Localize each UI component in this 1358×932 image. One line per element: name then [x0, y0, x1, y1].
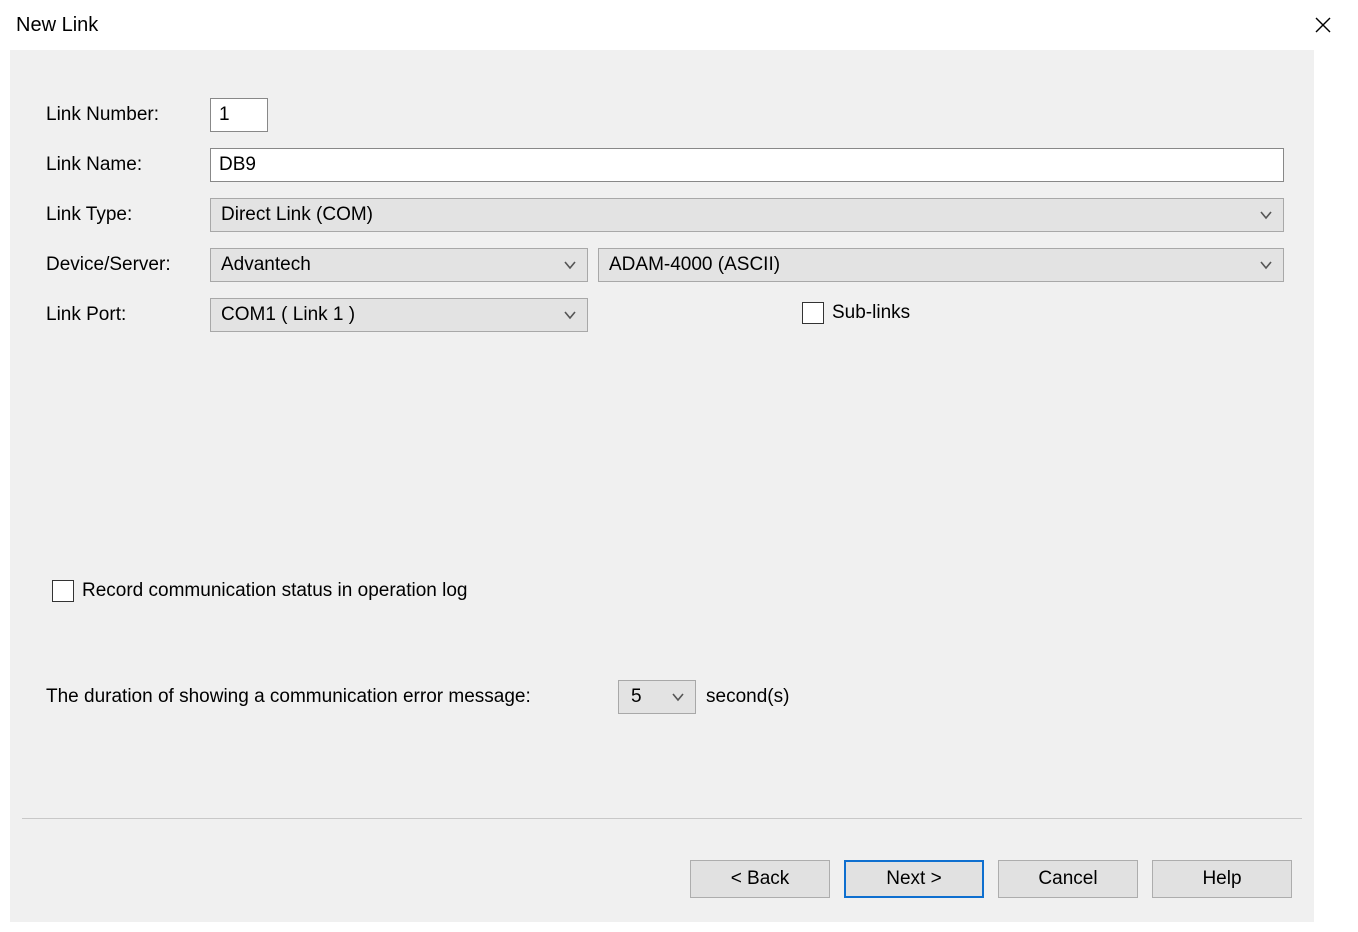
cancel-button[interactable]: Cancel — [998, 860, 1138, 898]
label-record-log: Record communication status in operation… — [82, 580, 467, 602]
duration-value: 5 — [631, 686, 642, 708]
row-link-name: Link Name: — [46, 148, 1284, 182]
row-sub-links: Sub-links — [802, 302, 910, 324]
separator — [22, 818, 1302, 819]
help-button[interactable]: Help — [1152, 860, 1292, 898]
chevron-down-icon — [561, 306, 579, 324]
sub-links-checkbox[interactable] — [802, 302, 824, 324]
label-device-server: Device/Server: — [46, 254, 210, 276]
next-button[interactable]: Next > — [844, 860, 984, 898]
row-device-server: Device/Server: Advantech ADAM-4000 (ASCI… — [46, 248, 1284, 282]
row-duration: The duration of showing a communication … — [46, 680, 789, 714]
server-combo[interactable]: ADAM-4000 (ASCII) — [598, 248, 1284, 282]
titlebar: New Link — [0, 0, 1358, 50]
row-link-number: Link Number: — [46, 98, 268, 132]
label-link-type: Link Type: — [46, 204, 210, 226]
link-number-input[interactable] — [210, 98, 268, 132]
device-combo[interactable]: Advantech — [210, 248, 588, 282]
link-type-value: Direct Link (COM) — [221, 204, 373, 226]
chevron-down-icon — [1257, 256, 1275, 274]
window-title: New Link — [12, 14, 98, 37]
link-name-input[interactable] — [210, 148, 1284, 182]
label-seconds: second(s) — [706, 686, 789, 708]
chevron-down-icon — [561, 256, 579, 274]
duration-combo[interactable]: 5 — [618, 680, 696, 714]
label-duration: The duration of showing a communication … — [46, 686, 618, 708]
link-port-value: COM1 ( Link 1 ) — [221, 304, 355, 326]
row-record-log: Record communication status in operation… — [52, 580, 467, 602]
dialog-panel: Link Number: Link Name: Link Type: Direc… — [10, 50, 1314, 922]
close-icon — [1315, 17, 1331, 33]
label-link-port: Link Port: — [46, 304, 210, 326]
label-link-number: Link Number: — [46, 104, 210, 126]
link-type-combo[interactable]: Direct Link (COM) — [210, 198, 1284, 232]
record-log-checkbox[interactable] — [52, 580, 74, 602]
device-value: Advantech — [221, 254, 311, 276]
label-link-name: Link Name: — [46, 154, 210, 176]
chevron-down-icon — [669, 688, 687, 706]
chevron-down-icon — [1257, 206, 1275, 224]
row-link-type: Link Type: Direct Link (COM) — [46, 198, 1284, 232]
server-value: ADAM-4000 (ASCII) — [609, 254, 780, 276]
row-link-port: Link Port: COM1 ( Link 1 ) — [46, 298, 588, 332]
close-button[interactable] — [1300, 5, 1346, 45]
link-port-combo[interactable]: COM1 ( Link 1 ) — [210, 298, 588, 332]
button-row: < Back Next > Cancel Help — [690, 860, 1292, 898]
back-button[interactable]: < Back — [690, 860, 830, 898]
label-sub-links: Sub-links — [832, 302, 910, 324]
